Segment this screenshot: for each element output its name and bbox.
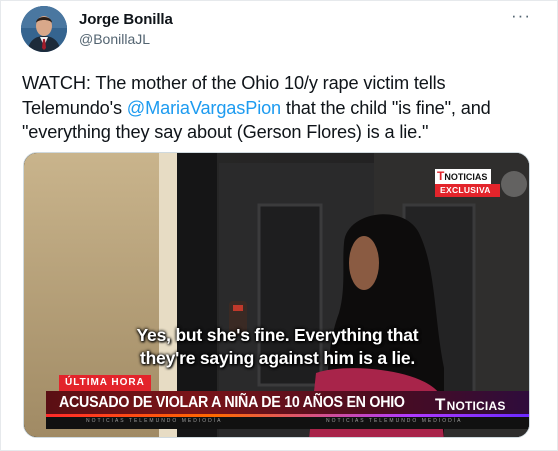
subtitle-line-2: they're saying against him is a lie. [139,348,416,368]
news-ticker: NOTICIAS TELEMUNDO MEDIODÍA NOTICIAS TEL… [46,417,529,429]
badge-brand: TNOTICIAS [435,169,491,184]
subtitle-line-1: Yes, but she's fine. Everything that [136,325,419,345]
author-handle[interactable]: @BonillaJL [79,31,150,47]
avatar-photo [21,6,67,52]
exclusive-badge: TNOTICIAS EXCLUSIVA [435,169,527,201]
news-headline: ACUSADO DE VIOLAR A NIÑA DE 10 AÑOS EN O… [59,394,405,411]
video-thumbnail[interactable]: TNOTICIAS EXCLUSIVA Yes, but she's fine.… [23,152,530,438]
channel-logo-text: NOTICIAS [446,399,506,413]
badge-exclusive: EXCLUSIVA [435,184,500,197]
avatar[interactable] [21,6,67,52]
badge-brand-text: NOTICIAS [444,172,488,182]
ticker-text-left: NOTICIAS TELEMUNDO MEDIODÍA [86,418,223,424]
ticker-text-right: NOTICIAS TELEMUNDO MEDIODÍA [326,418,463,424]
channel-logo: TNOTICIAS [435,395,506,415]
tweet-card: Jorge Bonilla @BonillaJL ··· WATCH: The … [0,0,558,451]
breaking-news-label: ÚLTIMA HORA [59,375,151,391]
telemundo-t-icon: T [435,395,446,414]
more-options-icon[interactable]: ··· [507,4,535,28]
seal-icon [501,171,527,197]
tweet-text: WATCH: The mother of the Ohio 10/y rape … [22,71,547,145]
mention-link[interactable]: @MariaVargasPion [127,98,281,118]
author-name[interactable]: Jorge Bonilla [79,11,173,28]
